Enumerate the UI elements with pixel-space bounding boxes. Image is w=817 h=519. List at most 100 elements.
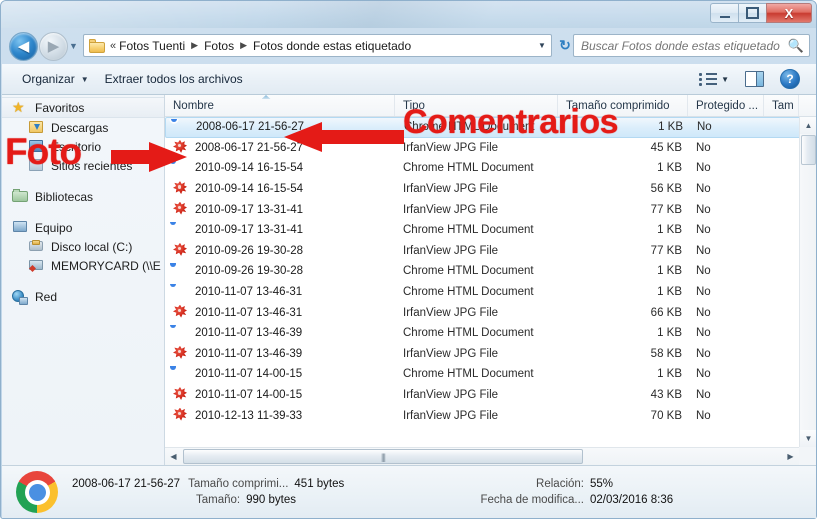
table-row[interactable]: 2010-09-14 16-15-54 Chrome HTML Document 1… [165, 158, 816, 179]
scroll-up-button[interactable]: ▲ [800, 117, 816, 134]
preview-pane-icon[interactable] [745, 71, 764, 87]
details-label: Tamaño comprimi... [188, 478, 289, 490]
table-row[interactable]: 2010-09-26 19-30-28 IrfanView JPG File 77 … [165, 241, 816, 262]
minimize-button[interactable] [710, 3, 738, 23]
cell-protegido: No [696, 347, 711, 360]
table-row[interactable]: 2010-11-07 14-00-15 Chrome HTML Document 1… [165, 364, 816, 385]
caret-right-icon: ▶ [787, 452, 794, 461]
table-row[interactable]: 2010-11-07 13-46-31 Chrome HTML Document 1… [165, 282, 816, 303]
cell-nombre: 2010-09-26 19-30-28 [165, 263, 395, 279]
column-header-tipo[interactable]: Tipo [395, 95, 558, 116]
cell-tamano-comprimido: 70 KB [650, 409, 682, 422]
scroll-right-button[interactable]: ▶ [782, 448, 799, 465]
sort-ascending-icon [261, 95, 271, 99]
address-bar-row: ◀ ▶ ▼ « Fotos Tuenti ▶ Fotos ▶ Fotos don… [1, 28, 816, 64]
details-value: 55% [590, 478, 614, 490]
sidebar-item-escritorio[interactable]: Escritorio [2, 137, 164, 156]
table-row[interactable]: 2010-11-07 14-00-15 IrfanView JPG File 43 … [165, 385, 816, 406]
breadcrumb-item-1[interactable]: Fotos [203, 39, 235, 53]
chevron-down-icon: ▼ [538, 41, 546, 50]
file-rows-container[interactable]: 2008-06-17 21-56-27 Chrome HTML Document 1… [165, 117, 816, 447]
irfanview-file-icon [173, 139, 189, 156]
vertical-scroll-thumb[interactable] [801, 135, 816, 165]
cell-tamano-comprimido: 66 KB [650, 306, 682, 319]
vertical-scrollbar[interactable]: ▲ ▼ [799, 117, 816, 447]
table-row[interactable]: 2008-06-17 21-56-27 IrfanView JPG File 45 … [165, 138, 816, 159]
cell-protegido: No [696, 203, 711, 216]
column-header-nombre[interactable]: Nombre [165, 95, 395, 116]
horizontal-scrollbar[interactable]: ◀ ||| ▶ [165, 447, 799, 465]
column-header-tamano-comprimido[interactable]: Tamaño comprimido [558, 95, 688, 116]
search-icon: 🔍 [787, 37, 805, 53]
column-header-protegido[interactable]: Protegido ... [688, 95, 764, 116]
file-name: 2010-11-07 13-46-39 [195, 347, 303, 360]
cell-tipo: Chrome HTML Document [403, 286, 534, 299]
breadcrumb-item-0[interactable]: Fotos Tuenti [118, 39, 186, 53]
title-bar: X [1, 1, 816, 28]
table-row[interactable]: 2010-09-17 13-31-41 Chrome HTML Document 1… [165, 220, 816, 241]
cell-tipo: Chrome HTML Document [403, 368, 534, 381]
extract-all-button[interactable]: Extraer todos los archivos [97, 69, 251, 89]
cell-tamano-comprimido: 77 KB [650, 244, 682, 257]
recent-places-icon [28, 158, 45, 173]
refresh-button[interactable]: ↻ [555, 36, 575, 55]
sidebar-item-equipo[interactable]: Equipo [2, 218, 164, 237]
recent-pages-button[interactable]: ▼ [68, 41, 79, 51]
table-row[interactable]: 2010-09-26 19-30-28 Chrome HTML Document 1… [165, 261, 816, 282]
table-row[interactable]: 2010-12-13 11-39-33 IrfanView JPG File 70 … [165, 405, 816, 426]
breadcrumb: « Fotos Tuenti ▶ Fotos ▶ Fotos donde est… [108, 39, 533, 53]
sidebar-item-descargas[interactable]: Descargas [2, 118, 164, 137]
navigation-pane[interactable]: ★ Favoritos Descargas Escritorio Sitios … [2, 95, 165, 465]
file-name: 2010-09-17 13-31-41 [195, 203, 304, 216]
table-row[interactable]: 2010-11-07 13-46-31 IrfanView JPG File 66 … [165, 302, 816, 323]
toolbar-right-group: ▼ ? [699, 69, 816, 89]
cell-tipo: Chrome HTML Document [403, 327, 534, 340]
sidebar-item-label: Red [35, 289, 58, 304]
sidebar-item-favoritos[interactable]: ★ Favoritos [2, 97, 164, 118]
cell-tamano-comprimido: 43 KB [650, 389, 682, 402]
chevron-down-icon[interactable]: ▼ [721, 75, 729, 84]
file-name: 2010-11-07 14-00-15 [195, 389, 303, 402]
column-label: Tam [772, 99, 794, 112]
cell-tamano-comprimido: 1 KB [657, 286, 682, 299]
details-label: Tamaño: [196, 494, 241, 506]
address-dropdown-button[interactable]: ▼ [533, 41, 551, 50]
downloads-icon [28, 120, 45, 135]
table-row[interactable]: 2008-06-17 21-56-27 Chrome HTML Document 1… [165, 117, 816, 138]
breadcrumb-overflow-icon[interactable]: « [108, 40, 118, 52]
table-row[interactable]: 2010-09-17 13-31-41 IrfanView JPG File 77 … [165, 199, 816, 220]
view-options-icon[interactable] [699, 72, 718, 87]
search-input[interactable] [574, 37, 783, 54]
back-button[interactable]: ◀ [9, 32, 38, 61]
sidebar-item-red[interactable]: Red [2, 287, 164, 306]
help-icon[interactable]: ? [780, 69, 800, 89]
sidebar-item-bibliotecas[interactable]: Bibliotecas [2, 187, 164, 206]
scroll-left-button[interactable]: ◀ [165, 448, 182, 465]
column-header-tamano[interactable]: Tam [764, 95, 799, 116]
close-button[interactable]: X [766, 3, 812, 23]
table-row[interactable]: 2010-11-07 13-46-39 Chrome HTML Document 1… [165, 323, 816, 344]
cell-tipo: IrfanView JPG File [403, 409, 499, 422]
sidebar-item-sitios-recientes[interactable]: Sitios recientes [2, 156, 164, 175]
cell-nombre: 2008-06-17 21-56-27 [166, 119, 396, 135]
address-bar[interactable]: « Fotos Tuenti ▶ Fotos ▶ Fotos donde est… [83, 34, 552, 57]
details-line: Relación: 55% [472, 478, 673, 490]
breadcrumb-item-2[interactable]: Fotos donde estas etiquetado [252, 39, 412, 53]
maximize-button[interactable] [738, 3, 766, 23]
table-row[interactable]: 2010-09-14 16-15-54 IrfanView JPG File 56 … [165, 179, 816, 200]
close-icon: X [784, 5, 794, 21]
horizontal-scroll-thumb[interactable]: ||| [183, 449, 583, 464]
organize-button[interactable]: Organizar ▼ [14, 69, 97, 89]
forward-button[interactable]: ▶ [39, 32, 68, 61]
table-row[interactable]: 2010-11-07 13-46-39 IrfanView JPG File 58 … [165, 344, 816, 365]
chrome-file-icon [173, 160, 189, 176]
computer-icon [12, 220, 29, 235]
sidebar-item-memorycard[interactable]: MEMORYCARD (\\E [2, 256, 164, 275]
scroll-down-button[interactable]: ▼ [800, 430, 816, 447]
sidebar-item-disco-local[interactable]: Disco local (C:) [2, 237, 164, 256]
search-box[interactable]: 🔍 [573, 34, 810, 57]
cell-tamano-comprimido: 58 KB [650, 347, 682, 360]
cell-nombre: 2010-09-14 16-15-54 [165, 160, 395, 176]
